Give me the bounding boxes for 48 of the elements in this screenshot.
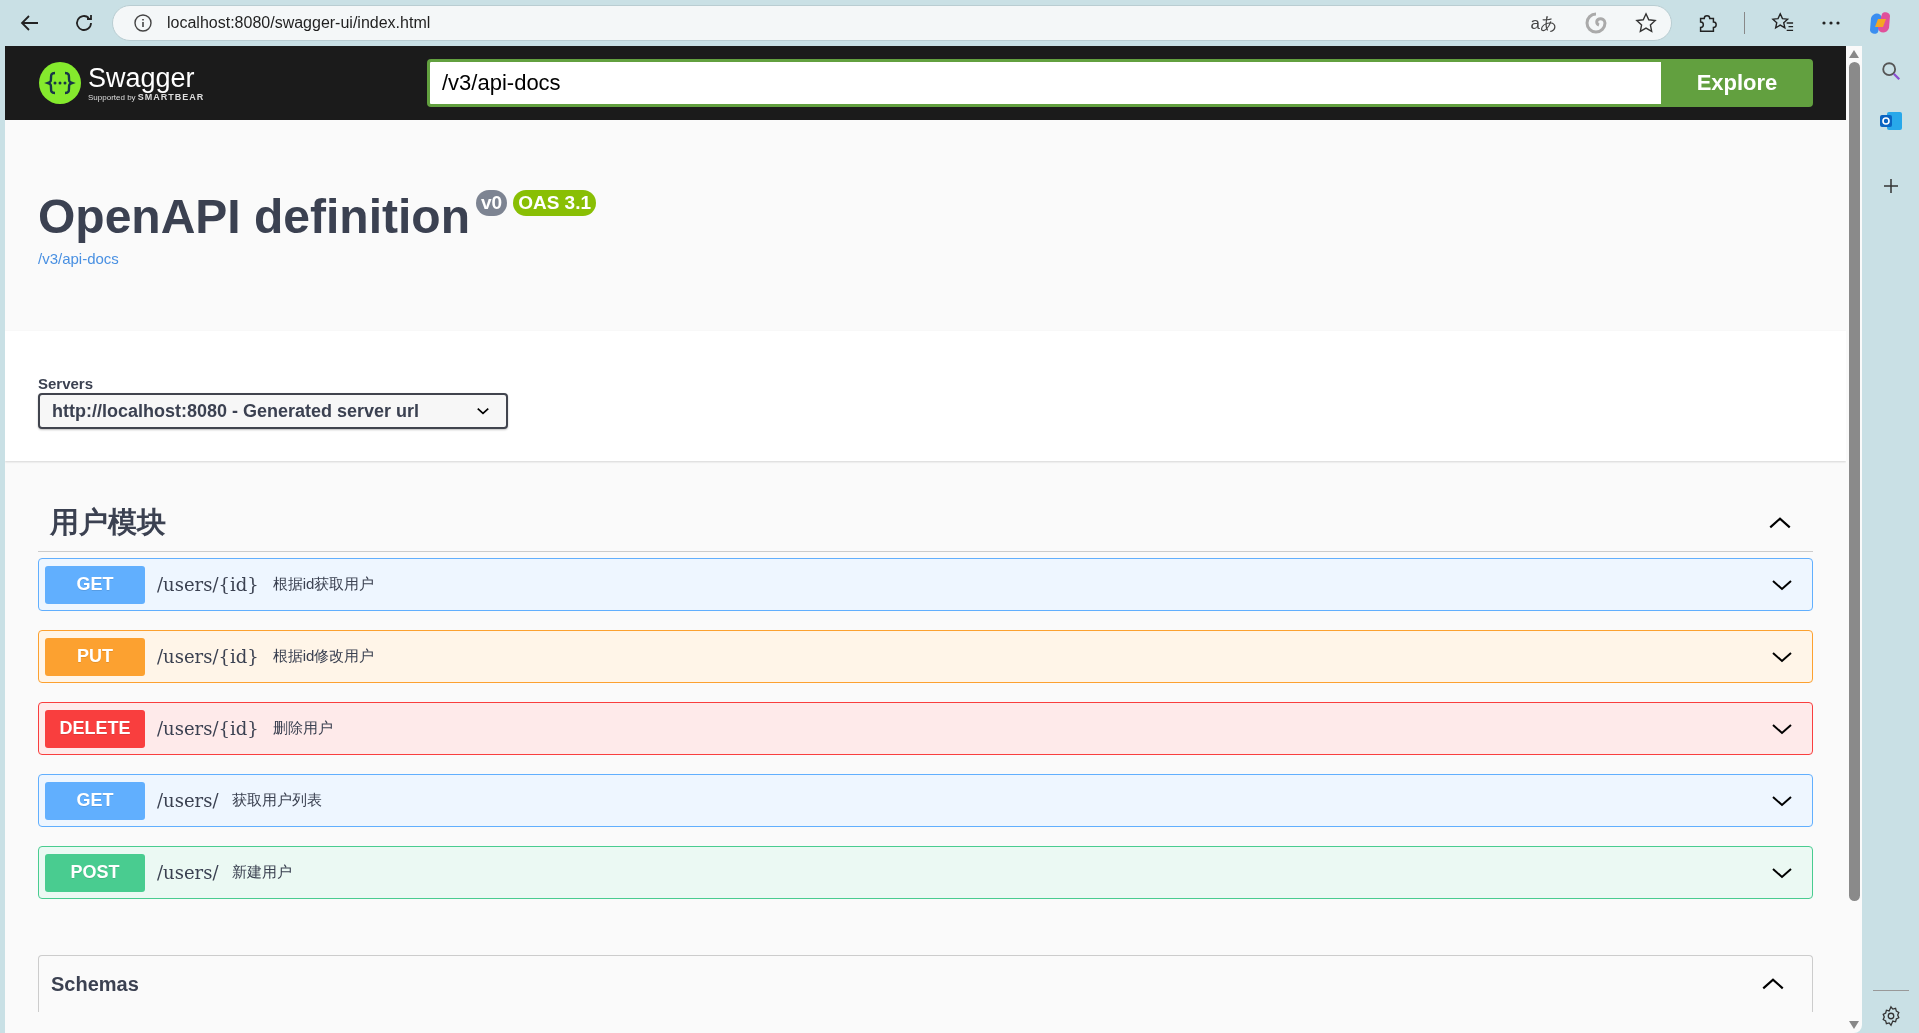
servers-label: Servers	[38, 375, 95, 392]
operation-row[interactable]: POST /users/ 新建用户	[38, 846, 1813, 899]
method-badge: GET	[45, 565, 145, 604]
api-title: OpenAPI definition	[38, 189, 470, 245]
schemas-header[interactable]: Schemas	[38, 955, 1813, 1012]
method-badge: PUT	[45, 637, 145, 676]
operation-row[interactable]: GET /users/{id} 根据id获取用户	[38, 558, 1813, 611]
endpoint-summary: 根据id获取用户	[272, 575, 376, 594]
search-icon[interactable]	[1879, 60, 1902, 82]
plus-icon[interactable]	[1882, 178, 1899, 194]
operation-row[interactable]: GET /users/ 获取用户列表	[38, 774, 1813, 827]
schemas-title: Schemas	[51, 972, 139, 996]
operation-row[interactable]: PUT /users/{id} 根据id修改用户	[38, 630, 1813, 683]
more-icon[interactable]	[1821, 20, 1841, 26]
settings-icon[interactable]	[1879, 1005, 1902, 1027]
mail-app-icon[interactable]	[1878, 110, 1903, 132]
endpoint-summary: 删除用户	[272, 719, 334, 738]
endpoint-path: /users/{id}	[157, 646, 259, 667]
version-badge: v0	[476, 190, 508, 216]
server-select[interactable]: http://localhost:8080 - Generated server url	[38, 393, 508, 429]
scroll-down-arrow-icon[interactable]	[1849, 1021, 1859, 1029]
scrollbar-thumb[interactable]	[1848, 62, 1860, 901]
method-badge: POST	[45, 853, 145, 892]
endpoint-path: /users/{id}	[157, 718, 259, 739]
endpoint-summary: 新建用户	[232, 863, 294, 882]
tag-header[interactable]: 用户模块	[38, 495, 1813, 552]
logo-tagline: Supported by SMARTBEAR	[88, 91, 205, 103]
curly-braces-logo-icon[interactable]	[38, 61, 82, 105]
method-badge: DELETE	[45, 709, 145, 748]
address-bar[interactable]: localhost:8080/swagger-ui/index.html aあ	[112, 5, 1672, 41]
endpoint-path: /users/	[157, 862, 219, 883]
url-input[interactable]: /v3/api-docs	[427, 59, 1661, 107]
scroll-up-arrow-icon[interactable]	[1849, 50, 1859, 58]
copilot-icon[interactable]	[1867, 10, 1893, 36]
endpoint-summary: 根据id修改用户	[272, 647, 376, 666]
endpoint-path: /users/	[157, 790, 219, 811]
tag-title: 用户模块	[50, 504, 166, 541]
url-text: localhost:8080/swagger-ui/index.html	[167, 14, 432, 32]
translate-icon[interactable]: aあ	[1530, 11, 1557, 35]
endpoint-summary: 获取用户列表	[232, 791, 324, 810]
star-icon[interactable]	[1635, 12, 1657, 34]
oas-badge: OAS 3.1	[513, 190, 596, 216]
favorites-icon[interactable]	[1771, 12, 1795, 34]
operation-row[interactable]: DELETE /users/{id} 删除用户	[38, 702, 1813, 755]
endpoint-path: /users/{id}	[157, 574, 259, 595]
info-icon[interactable]	[133, 13, 153, 33]
method-badge: GET	[45, 781, 145, 820]
logo-text: Swagger	[88, 63, 195, 92]
